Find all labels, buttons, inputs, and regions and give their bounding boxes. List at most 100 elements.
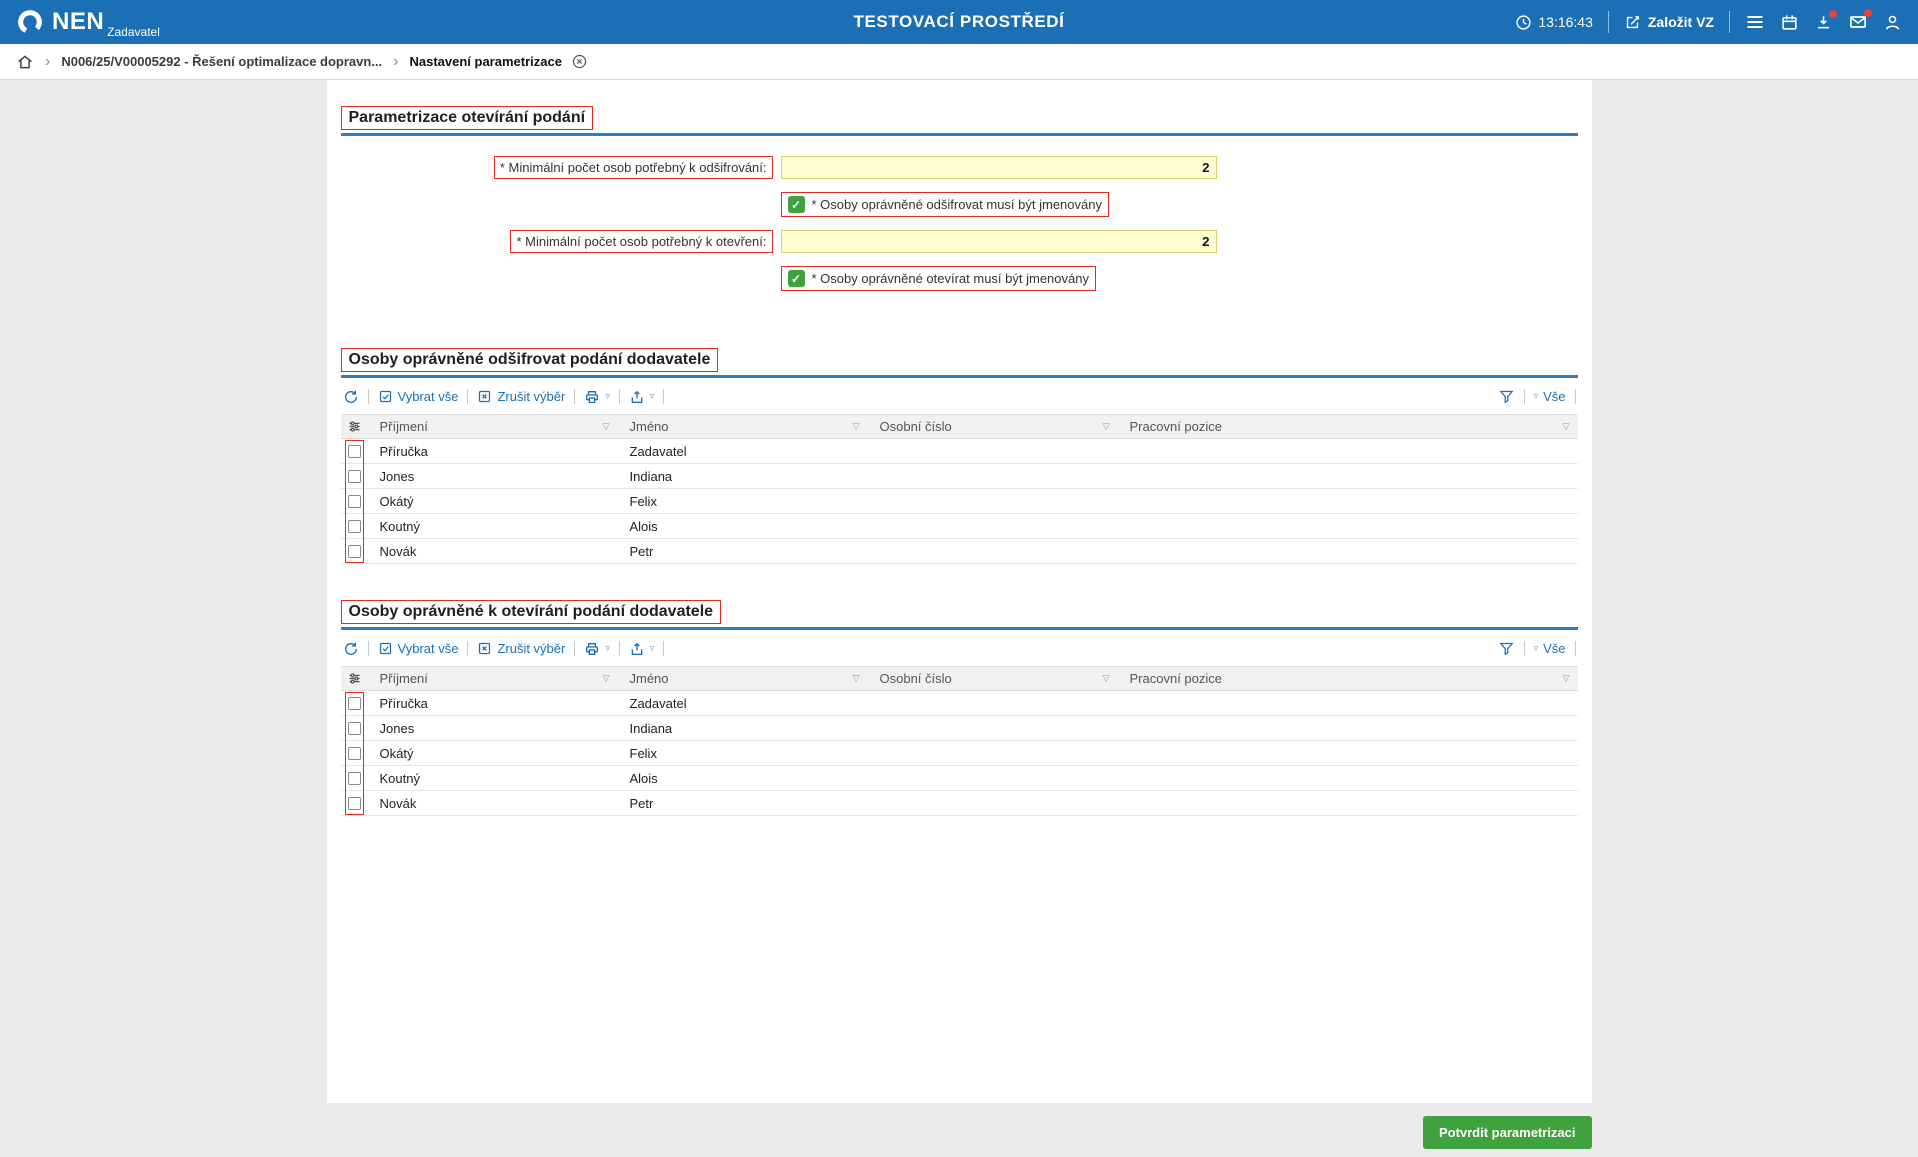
refresh-button[interactable] [343,641,359,657]
clear-selection-button[interactable]: Zrušit výběr [477,389,565,404]
chevron-right-icon: › [393,54,398,70]
column-label: Osobní číslo [880,419,952,434]
filter-icon[interactable]: ▽ [1103,673,1110,684]
column-label: Příjmení [380,419,428,434]
column-header-personal-number[interactable]: Osobní číslo ▽ [868,671,1118,686]
toolbar-divider [368,641,369,656]
clear-selection-icon [477,641,492,656]
dropdown-icon: ▿ [605,391,610,402]
select-all-label: Vybrat vše [398,389,459,404]
table-header: Příjmení ▽ Jméno ▽ Osobní číslo ▽ Pracov… [341,414,1578,439]
brand: NEN Zadavatel [52,10,160,34]
cell-firstname: Zadavatel [618,444,868,459]
refresh-button[interactable] [343,389,359,405]
row-checkbox[interactable] [348,470,361,483]
close-tab-icon[interactable] [571,53,588,70]
table-row[interactable]: Příručka Zadavatel [341,691,1578,716]
clear-selection-button[interactable]: Zrušit výběr [477,641,565,656]
label-wrap: * Minimální počet osob potřebný k otevře… [341,230,773,253]
filter-icon[interactable]: ▽ [853,673,860,684]
column-header-personal-number[interactable]: Osobní číslo ▽ [868,419,1118,434]
column-header-firstname[interactable]: Jméno ▽ [618,419,868,434]
print-button[interactable]: ▿ [584,641,610,657]
create-vz-button[interactable]: Založit VZ [1624,14,1714,31]
filter-icon[interactable]: ▽ [1563,421,1570,432]
filter-icon[interactable]: ▽ [603,421,610,432]
confirm-parametrization-button[interactable]: Potvrdit parametrizaci [1423,1116,1592,1149]
edit-icon [1624,14,1641,31]
filter-icon[interactable]: ▽ [1103,421,1110,432]
filter-icon[interactable]: ▽ [603,673,610,684]
column-header-firstname[interactable]: Jméno ▽ [618,671,868,686]
toolbar-divider [467,389,468,404]
downloads-icon[interactable] [1814,13,1833,32]
messages-icon[interactable] [1848,12,1868,32]
row-checkbox[interactable] [348,445,361,458]
select-all-button[interactable]: Vybrat vše [378,389,459,404]
decrypt-named-row: ✓ * Osoby oprávněné odšifrovat musí být … [341,192,1578,217]
table-row[interactable]: Novák Petr [341,539,1578,564]
downloads-badge [1829,10,1837,18]
row-checkbox[interactable] [348,545,361,558]
toolbar-divider [1575,641,1576,656]
table-row[interactable]: Okátý Felix [341,741,1578,766]
open-named-row: ✓ * Osoby oprávněné otevírat musí být jm… [341,266,1578,291]
select-all-label: Vybrat vše [398,641,459,656]
decrypt-min-input[interactable] [781,156,1217,179]
filter-icon[interactable]: ▽ [1563,673,1570,684]
clock-icon [1515,14,1532,31]
table-row[interactable]: Koutný Alois [341,514,1578,539]
column-settings-cell[interactable] [341,419,368,434]
table-row[interactable]: Novák Petr [341,791,1578,816]
filter-icon[interactable]: ▽ [853,421,860,432]
user-icon[interactable] [1883,13,1902,32]
breadcrumb-current[interactable]: Nastavení parametrizace [409,54,561,69]
column-label: Osobní číslo [880,671,952,686]
column-header-surname[interactable]: Příjmení ▽ [368,419,618,434]
table-row[interactable]: Koutný Alois [341,766,1578,791]
create-vz-label: Založit VZ [1648,14,1714,30]
open-min-input[interactable] [781,230,1217,253]
column-header-surname[interactable]: Příjmení ▽ [368,671,618,686]
filter-button[interactable] [1498,388,1515,405]
table-body: Příručka Zadavatel Jones Indiana Okátý F… [341,439,1578,564]
cell-firstname: Felix [618,746,868,761]
column-settings-cell[interactable] [341,671,368,686]
print-button[interactable]: ▿ [584,389,610,405]
open-persons-section: Osoby oprávněné k otevírání podání dodav… [341,600,1578,816]
topbar-divider [1608,11,1609,33]
row-checkbox[interactable] [348,747,361,760]
column-header-position[interactable]: Pracovní pozice ▽ [1118,671,1578,686]
check-icon: ✓ [791,198,801,212]
column-header-position[interactable]: Pracovní pozice ▽ [1118,419,1578,434]
cell-firstname: Petr [618,796,868,811]
menu-icon[interactable] [1745,12,1765,32]
row-checkbox[interactable] [348,772,361,785]
toolbar-divider [1524,389,1525,404]
table-row[interactable]: Jones Indiana [341,464,1578,489]
filter-button[interactable] [1498,640,1515,657]
nen-logo-icon[interactable] [16,8,44,36]
cell-firstname: Zadavatel [618,696,868,711]
row-checkbox[interactable] [348,520,361,533]
select-all-icon [378,641,393,656]
table-row[interactable]: Příručka Zadavatel [341,439,1578,464]
row-checkbox[interactable] [348,697,361,710]
select-all-button[interactable]: Vybrat vše [378,641,459,656]
view-all-dropdown[interactable]: ▿ Vše [1534,641,1566,656]
export-button[interactable]: ▿ [629,389,655,405]
column-settings-icon [347,419,362,434]
breadcrumb-procurement[interactable]: N006/25/V00005292 - Řešení optimalizace … [61,54,382,69]
export-button[interactable]: ▿ [629,641,655,657]
table-row[interactable]: Okátý Felix [341,489,1578,514]
section-title-decrypt-persons: Osoby oprávněné odšifrovat podání dodava… [341,348,719,372]
view-all-dropdown[interactable]: ▿ Vše [1534,389,1566,404]
table-row[interactable]: Jones Indiana [341,716,1578,741]
open-named-checkbox[interactable]: ✓ [788,270,805,287]
row-checkbox[interactable] [348,722,361,735]
home-icon[interactable] [16,53,34,71]
row-checkbox[interactable] [348,495,361,508]
decrypt-named-checkbox[interactable]: ✓ [788,196,805,213]
calendar-icon[interactable] [1780,13,1799,32]
row-checkbox[interactable] [348,797,361,810]
